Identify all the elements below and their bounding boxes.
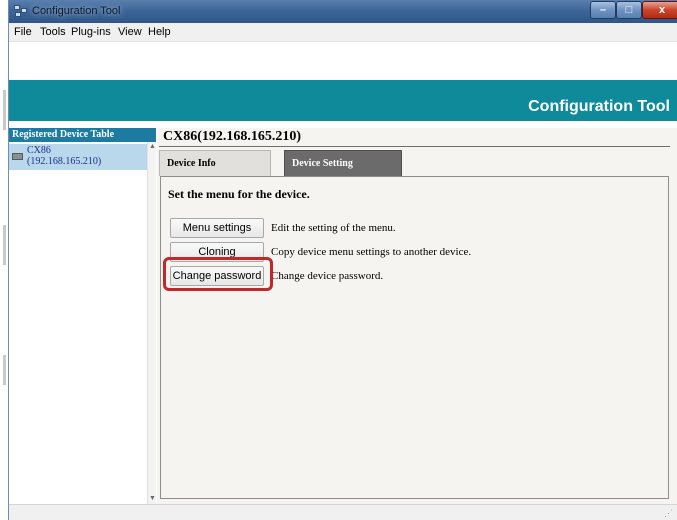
banner-title: Configuration Tool: [528, 98, 670, 115]
toolbar-area: [9, 42, 677, 80]
panel-heading: Set the menu for the device.: [168, 187, 310, 201]
title-bar[interactable]: Configuration Tool – □ x: [9, 0, 677, 23]
desktop-edge: [0, 0, 8, 520]
device-table-pane: Registered Device Table CX86 (192.168.16…: [9, 128, 156, 504]
scroll-up-arrow-icon[interactable]: ▲: [148, 142, 157, 152]
device-title: CX86(192.168.165.210): [163, 129, 302, 144]
device-table-scrollbar[interactable]: ▲ ▼: [147, 142, 156, 504]
title-divider: [159, 146, 670, 147]
menu-view[interactable]: View: [118, 26, 142, 38]
banner-spacer: [9, 121, 677, 128]
highlight-outline: [163, 257, 273, 291]
app-icon: [14, 5, 27, 18]
menu-help[interactable]: Help: [148, 26, 171, 38]
menu-settings-description: Edit the setting of the menu.: [271, 222, 396, 234]
menu-bar: File Tools Plug-ins View Help: [9, 23, 677, 42]
change-password-description: Change device password.: [271, 270, 384, 282]
device-setting-panel: Set the menu for the device. Menu settin…: [160, 176, 669, 499]
window-title: Configuration Tool: [32, 5, 121, 17]
device-list-item[interactable]: CX86 (192.168.165.210): [9, 144, 147, 170]
cloning-description: Copy device menu settings to another dev…: [271, 246, 472, 258]
resize-grip-icon[interactable]: ⋰: [664, 508, 674, 518]
menu-settings-button[interactable]: Menu settings: [170, 218, 264, 238]
status-bar: ⋰: [9, 504, 677, 520]
menu-file[interactable]: File: [14, 26, 32, 38]
scroll-down-arrow-icon[interactable]: ▼: [148, 494, 157, 504]
device-table-header: Registered Device Table: [9, 128, 156, 142]
tab-device-setting[interactable]: Device Setting: [284, 150, 402, 176]
device-name: CX86: [27, 145, 51, 156]
menu-plugins[interactable]: Plug-ins: [71, 26, 111, 38]
tab-device-info[interactable]: Device Info: [159, 150, 271, 176]
close-button[interactable]: x: [642, 1, 677, 19]
app-window: Configuration Tool – □ x File Tools Plug…: [8, 0, 677, 520]
device-ip: (192.168.165.210): [27, 156, 102, 167]
printer-icon: [12, 153, 23, 160]
minimize-button[interactable]: –: [590, 1, 616, 19]
menu-tools[interactable]: Tools: [40, 26, 66, 38]
maximize-button[interactable]: □: [616, 1, 642, 19]
header-banner: Configuration Tool: [9, 80, 677, 121]
device-detail-area: CX86(192.168.165.210) Device Info Device…: [157, 128, 677, 504]
